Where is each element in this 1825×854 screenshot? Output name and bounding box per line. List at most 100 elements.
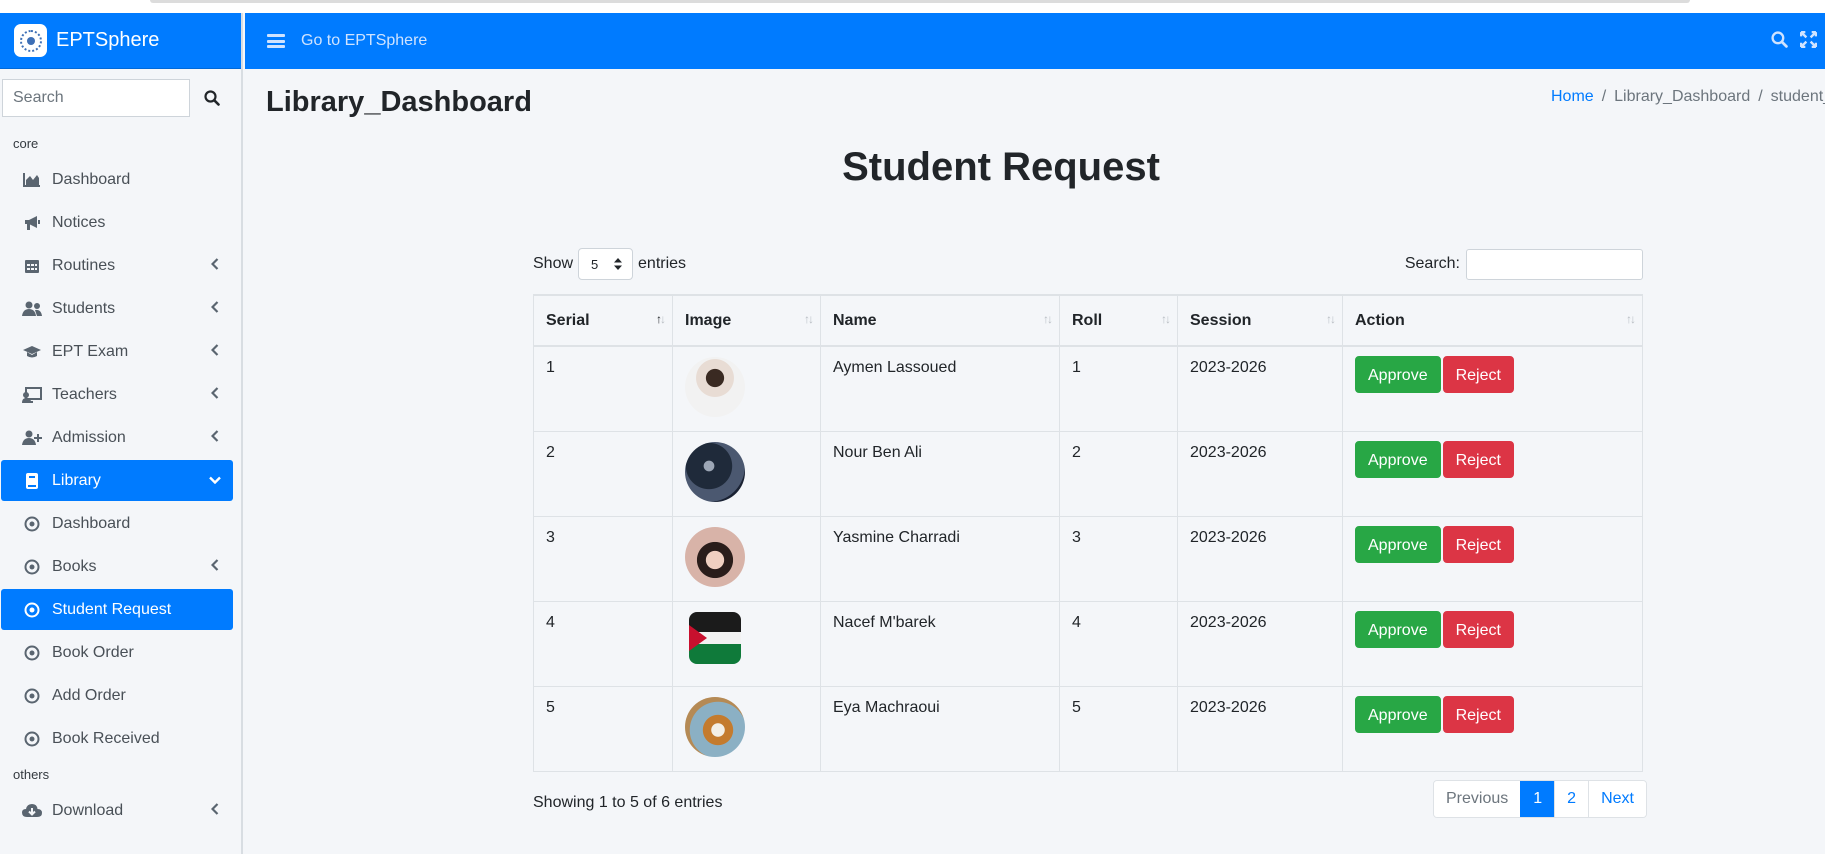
cell-serial: 2 — [533, 430, 673, 517]
pagination-previous[interactable]: Previous — [1434, 781, 1521, 817]
goto-link[interactable]: Go to EPTSphere — [301, 32, 427, 50]
breadcrumb: Home / Library_Dashboard / student_request — [1551, 88, 1825, 106]
cell-roll: 4 — [1059, 600, 1178, 687]
sidebar-item-label: Routines — [52, 256, 116, 274]
sidebar-item-book-order[interactable]: Book Order — [1, 632, 233, 673]
cell-image — [672, 345, 821, 432]
entries-select[interactable]: 5 — [578, 248, 634, 280]
breadcrumb-library: Library_Dashboard — [1614, 88, 1751, 105]
chart-area-icon — [21, 171, 43, 189]
sort-icon: ↑↓ — [804, 312, 814, 326]
table-row: 3 Yasmine Charradi 3 2023-2026 Approve Re… — [533, 515, 1643, 602]
student-avatar — [685, 696, 745, 757]
cell-image — [672, 600, 821, 687]
cell-name: Nour Ben Ali — [820, 430, 1060, 517]
entries-label: entries — [638, 255, 687, 272]
approve-button[interactable]: Approve — [1355, 610, 1441, 648]
table-row: 1 Aymen Lassoued 1 2023-2026 Approve Reje… — [533, 345, 1643, 432]
breadcrumb-separator: / — [1601, 88, 1607, 105]
column-header-image[interactable]: Image ↑↓ — [672, 294, 821, 347]
sidebar-item-dashboard[interactable]: Dashboard — [1, 159, 233, 200]
reject-button[interactable]: Reject — [1442, 356, 1514, 393]
sidebar-item-books[interactable]: Books — [1, 546, 233, 587]
sidebar-item-book-received[interactable]: Book Received — [1, 718, 233, 759]
approve-button[interactable]: Approve — [1355, 356, 1441, 393]
sort-icon: ↑↓ — [1626, 312, 1636, 326]
sidebar-item-student-request[interactable]: Student Request — [1, 589, 233, 630]
chevron-left-icon — [211, 387, 219, 399]
sidebar-item-label: Dashboard — [52, 514, 131, 532]
brand-name: EPTSphere — [56, 29, 160, 51]
sidebar-item-label: Library — [52, 471, 101, 489]
sidebar-item-library[interactable]: Library — [1, 460, 233, 501]
sidebar-item-label: Student Request — [52, 600, 172, 618]
cell-roll: 1 — [1059, 345, 1178, 432]
column-header-roll[interactable]: Roll ↑↓ — [1059, 294, 1178, 347]
sidebar-search-input[interactable]: Search — [2, 79, 190, 117]
pagination-page-2[interactable]: 2 — [1554, 781, 1589, 817]
browser-strip — [0, 0, 1825, 13]
approve-button[interactable]: Approve — [1355, 695, 1441, 733]
sidebar-item-add-order[interactable]: Add Order — [1, 675, 233, 716]
column-header-name[interactable]: Name ↑↓ — [820, 294, 1060, 347]
breadcrumb-home[interactable]: Home — [1551, 88, 1594, 105]
sidebar-item-notices[interactable]: Notices — [1, 202, 233, 243]
table-row: 4 Nacef M'barek 4 2023-2026 Approve Rejec… — [533, 600, 1643, 687]
cell-action: Approve Reject — [1342, 600, 1643, 687]
pagination: Previous 1 2 Next — [1433, 780, 1647, 818]
cell-session: 2023-2026 — [1177, 685, 1343, 772]
address-bar-edge — [150, 0, 1690, 3]
brand-link[interactable]: EPTSphere — [0, 13, 241, 69]
cell-action: Approve Reject — [1342, 515, 1643, 602]
reject-button[interactable]: Reject — [1442, 525, 1514, 563]
sidebar-item-label: Dashboard — [52, 170, 131, 188]
reject-button[interactable]: Reject — [1442, 440, 1514, 478]
graduation-cap-icon — [21, 343, 43, 361]
circle-dot-icon — [21, 601, 43, 619]
circle-dot-icon — [21, 730, 43, 748]
cell-serial: 1 — [533, 345, 673, 432]
approve-button[interactable]: Approve — [1355, 525, 1441, 563]
users-icon — [21, 300, 43, 318]
page-title: Library_Dashboard — [266, 86, 532, 118]
sidebar-item-admission[interactable]: Admission — [1, 417, 233, 458]
chevron-left-icon — [211, 301, 219, 313]
menu-toggle-icon[interactable] — [267, 34, 285, 48]
sort-icon: ↑↓ — [1043, 312, 1053, 326]
sidebar-item-library-dashboard[interactable]: Dashboard — [1, 503, 233, 544]
sidebar-item-students[interactable]: Students — [1, 288, 233, 329]
sidebar-search-button[interactable] — [190, 79, 234, 117]
navbar-actions — [1771, 31, 1817, 48]
cell-session: 2023-2026 — [1177, 345, 1343, 432]
nav-header-others: others — [13, 767, 50, 782]
sidebar-item-teachers[interactable]: Teachers — [1, 374, 233, 415]
entries-length: Show 5 entries — [533, 248, 686, 280]
reject-button[interactable]: Reject — [1442, 610, 1514, 648]
entries-select-value: 5 — [591, 256, 599, 272]
pagination-next[interactable]: Next — [1588, 781, 1646, 817]
reject-button[interactable]: Reject — [1442, 695, 1514, 733]
sort-asc-icon: ↑↓ — [656, 312, 666, 326]
pagination-page-1[interactable]: 1 — [1520, 781, 1555, 817]
student-avatar — [685, 441, 745, 502]
sidebar-item-label: Notices — [52, 213, 106, 231]
approve-button[interactable]: Approve — [1355, 440, 1441, 478]
sidebar-item-label: Students — [52, 299, 116, 317]
search-icon[interactable] — [1771, 31, 1788, 48]
cell-image — [672, 430, 821, 517]
sidebar-item-label: Book Received — [52, 729, 160, 747]
column-header-action[interactable]: Action ↑↓ — [1342, 294, 1643, 347]
show-label: Show — [533, 255, 574, 272]
student-avatar — [689, 611, 741, 664]
student-avatar — [685, 357, 745, 417]
column-header-serial[interactable]: Serial ↑↓ — [533, 294, 673, 347]
sidebar-item-download[interactable]: Download — [1, 790, 233, 831]
table-search-input[interactable] — [1466, 248, 1643, 280]
sidebar-item-routines[interactable]: Routines — [1, 245, 233, 286]
sidebar-item-ept-exam[interactable]: EPT Exam — [1, 331, 233, 372]
fullscreen-icon[interactable] — [1800, 31, 1817, 48]
chevron-down-icon — [209, 476, 221, 484]
sidebar-item-label: Teachers — [52, 385, 117, 403]
chevron-left-icon — [211, 344, 219, 356]
column-header-session[interactable]: Session ↑↓ — [1177, 294, 1343, 347]
